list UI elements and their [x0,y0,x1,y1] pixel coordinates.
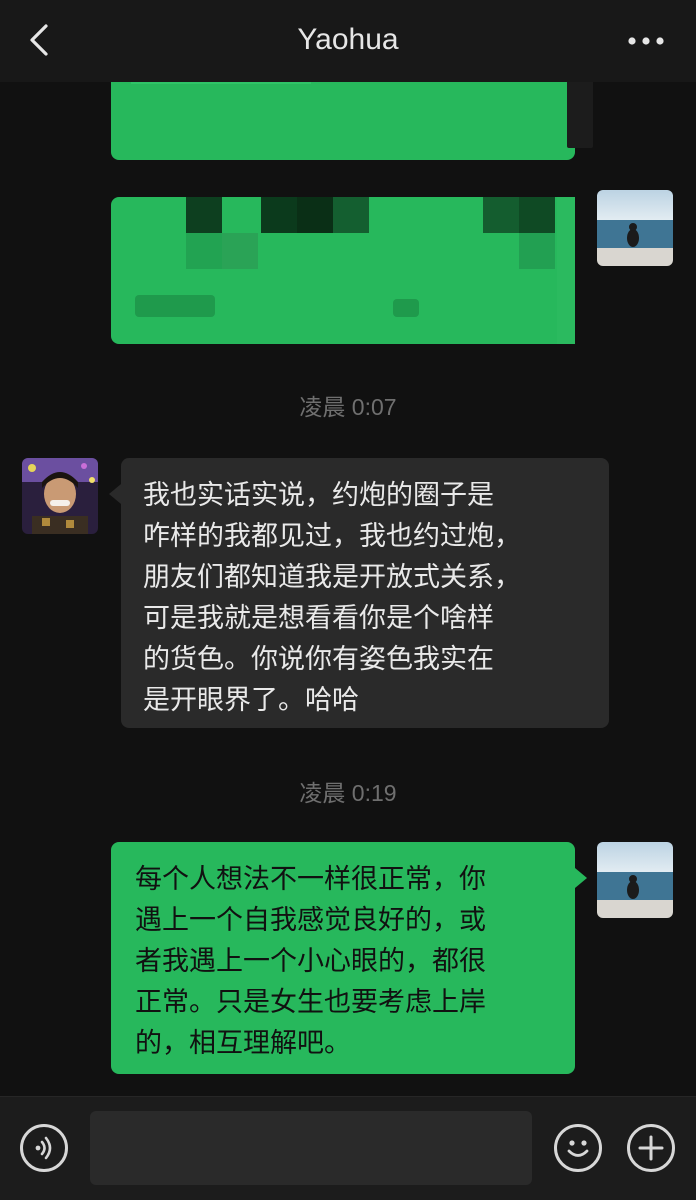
voice-icon [35,1136,52,1160]
message-input[interactable] [90,1111,532,1185]
more-button[interactable] [626,28,666,54]
redacted-pixels [186,233,222,269]
chat-title: Yaohua [297,23,399,56]
redacted-pixels [186,197,222,233]
message-list[interactable]: 凌晨 0:07 我也实话实说，约炮的圈子是 咋样的我都见过，我也约过炮， 朋友们… [0,82,696,1096]
input-bar [0,1096,696,1200]
message-line: 的，相互理解吧。 [135,1028,351,1059]
voice-button[interactable] [20,1124,68,1172]
emoji-icon [567,1140,589,1157]
message-line: 正常。只是女生也要考虑上岸 [135,987,486,1018]
message-line: 遇上一个自我感觉良好的，或 [135,905,486,936]
redacted-pixels [135,295,215,317]
timestamp: 凌晨 0:07 [299,394,397,420]
contact-avatar[interactable] [22,458,98,534]
message-line: 朋友们都知道我是开放式关系， [143,562,521,593]
message-line: 的货色。你说你有姿色我实在 [143,644,494,675]
message-bubble-own[interactable]: 每个人想法不一样很正常，你 遇上一个自我感觉良好的，或 者我遇上一个小心眼的，都… [111,842,575,1074]
avatar-photo-sea [597,842,673,918]
own-avatar[interactable] [597,842,673,918]
own-avatar[interactable] [597,190,673,266]
chat-screen: Yaohua 凌晨 0:07 我也实话实说，约炮的圈子是 咋样的我都见过，我也约… [0,0,696,1200]
redacted-pixels [131,82,311,84]
message-bubble-contact[interactable]: 我也实话实说，约炮的圈子是 咋样的我都见过，我也约过炮， 朋友们都知道我是开放式… [121,458,609,728]
timestamp: 凌晨 0:19 [299,780,397,806]
redacted-pixels [557,197,575,344]
message-line: 可是我就是想看看你是个啥样 [143,603,494,634]
bubble-tail [109,484,121,504]
redacted-pixels [519,197,555,233]
redacted-pixels [567,82,593,148]
plus-icon [638,1135,664,1161]
chat-header: Yaohua [0,0,696,82]
redacted-pixels [519,233,555,269]
message-line: 咋样的我都见过，我也约过炮， [143,521,521,552]
message-bubble-own-redacted[interactable] [111,197,575,344]
redacted-pixels [483,197,519,233]
redacted-pixels [297,197,333,233]
redacted-pixels [333,197,369,233]
message-line: 者我遇上一个小心眼的，都很 [135,946,486,977]
message-line: 每个人想法不一样很正常，你 [135,864,486,895]
message-line: 我也实话实说，约炮的圈子是 [143,480,494,511]
avatar-photo-person [22,458,98,534]
redacted-pixels [261,197,297,233]
bubble-tail [575,868,587,888]
message-bubble-own-redacted[interactable] [111,82,593,160]
add-button[interactable] [627,1124,675,1172]
redacted-pixels [222,233,258,269]
ellipsis-icon [628,37,664,45]
message-line: 是开眼界了。哈哈 [143,685,359,716]
redacted-pixels [393,299,419,317]
avatar-photo-sea [597,190,673,266]
emoji-button[interactable] [554,1124,602,1172]
